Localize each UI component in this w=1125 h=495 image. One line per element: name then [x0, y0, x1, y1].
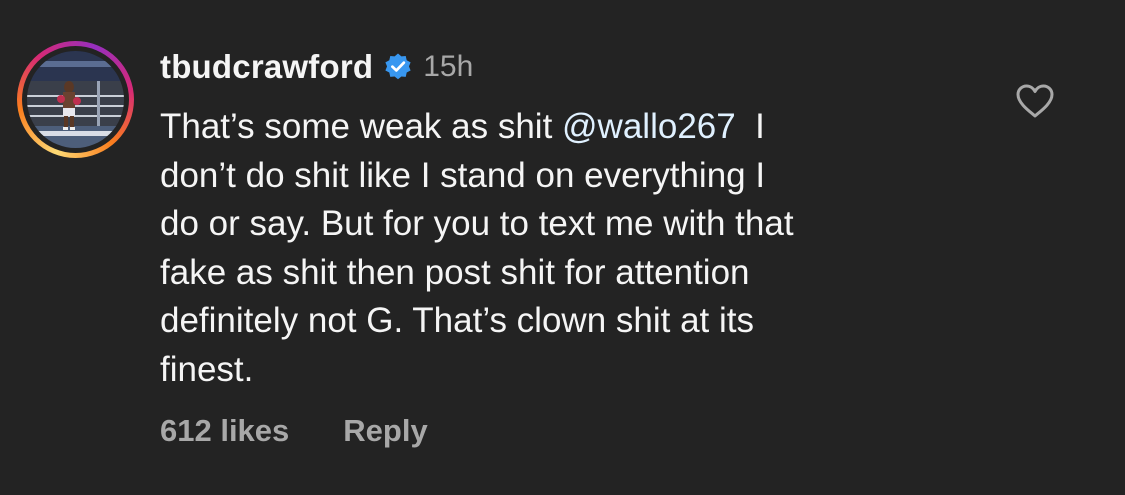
reply-button[interactable]: Reply	[343, 413, 427, 449]
comment-line: don’t do shit like I stand on everything…	[160, 155, 766, 195]
avatar-boxer-photo	[27, 51, 124, 148]
verified-badge-icon	[385, 53, 411, 80]
timestamp: 15h	[423, 50, 474, 83]
comment-header: tbudcrawford 15h	[160, 47, 473, 87]
username[interactable]: tbudcrawford	[160, 48, 373, 86]
story-ring[interactable]	[17, 41, 134, 158]
comment: tbudcrawford 15h That’s some weak as shi…	[0, 0, 1125, 495]
mention-link[interactable]: @wallo267	[562, 107, 736, 146]
avatar[interactable]	[27, 51, 124, 148]
comment-line: That’s some weak as shit @wallo267 I	[160, 107, 765, 146]
heart-outline-icon[interactable]	[1015, 83, 1055, 119]
likes-count[interactable]: 612 likes	[160, 413, 289, 449]
comment-text: That’s some weak as shit @wallo267 I don…	[160, 103, 980, 394]
comment-line: finest.	[160, 349, 254, 389]
comment-footer: 612 likes Reply	[160, 413, 428, 449]
comment-line: do or say. But for you to text me with t…	[160, 204, 794, 243]
comment-line: definitely not G. That’s clown shit at i…	[160, 301, 754, 340]
comment-line: fake as shit then post shit for attentio…	[160, 252, 750, 292]
